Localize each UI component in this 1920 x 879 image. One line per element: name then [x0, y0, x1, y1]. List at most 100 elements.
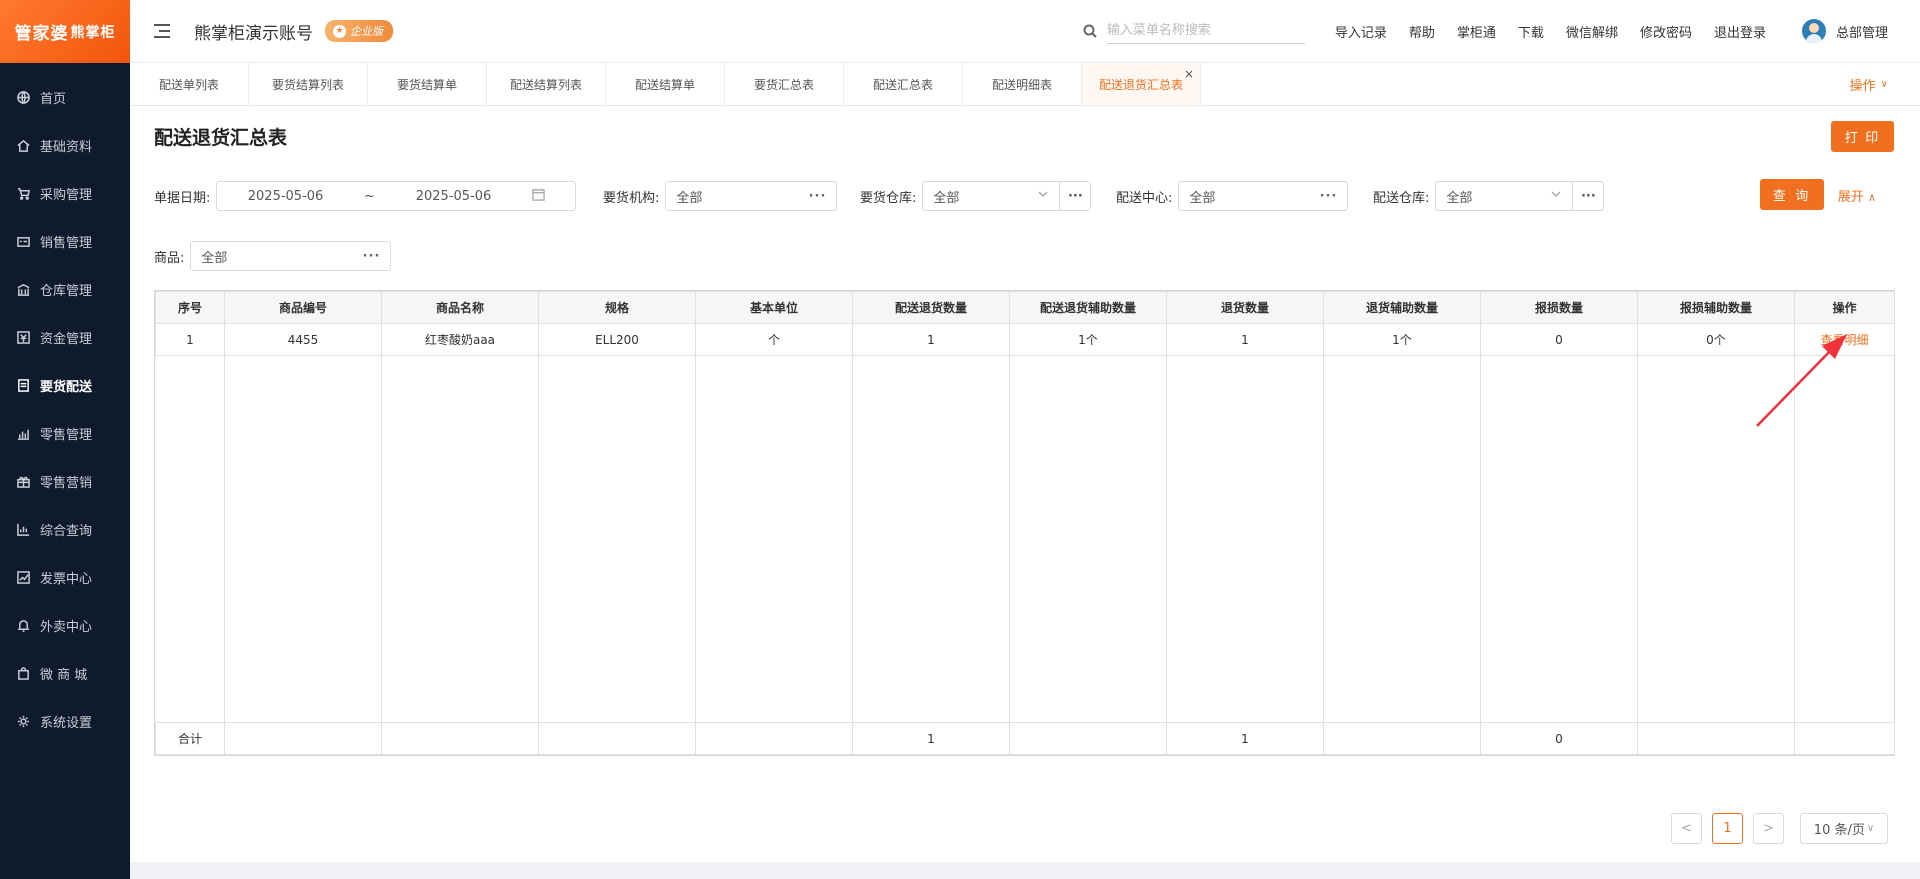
column-divider [1009, 291, 1010, 755]
sidebar-item-label: 零售营销 [40, 475, 93, 491]
download-link[interactable]: 下载 [1518, 22, 1544, 41]
sidebar-item-query[interactable]: 综合查询 [0, 505, 130, 553]
org-select[interactable]: 全部 ··· [665, 181, 838, 211]
date-start[interactable]: 2025-05-06 [248, 189, 324, 204]
edition-badge-label: 企业版 [350, 25, 383, 38]
total-cell [224, 722, 382, 755]
calendar-icon[interactable] [532, 188, 545, 205]
dist-wh-select[interactable]: 全部 [1435, 181, 1574, 211]
search-icon[interactable] [1083, 24, 1097, 38]
cell-loss-qty: 0 [1480, 323, 1638, 356]
tab-request-settlement-list[interactable]: 要货结算列表 [249, 63, 368, 105]
table-row[interactable]: 1 4455 红枣酸奶aaa ELL200 个 1 1个 1 1个 0 0个 查… [155, 323, 1895, 356]
req-wh-more-button[interactable]: ··· [1060, 181, 1092, 211]
column-header[interactable]: 规格 [538, 291, 696, 324]
center-value: 全部 [1189, 190, 1216, 206]
column-header[interactable]: 报损数量 [1480, 291, 1638, 324]
data-table: 序号 商品编号 商品名称 规格 基本单位 配送退货数量 配送退货辅助数量 退货数… [154, 290, 1895, 756]
table-footer: 合计 1 1 0 [155, 722, 1895, 755]
sidebar-item-invoice[interactable]: 发票中心 [0, 553, 130, 601]
help-link[interactable]: 帮助 [1409, 22, 1435, 41]
header-right: 导入记录 帮助 掌柜通 下载 微信解绑 修改密码 退出登录 总部管理 [1083, 0, 1920, 62]
sidebar-item-marketing[interactable]: 零售营销 [0, 457, 130, 505]
column-header[interactable]: 商品编号 [224, 291, 382, 324]
product-value: 全部 [201, 250, 228, 266]
org-label: 要货机构: [603, 190, 660, 206]
print-button[interactable]: 打 印 [1831, 121, 1894, 152]
tab-request-summary[interactable]: 要货汇总表 [725, 63, 844, 105]
home-icon [16, 138, 30, 152]
date-end[interactable]: 2025-05-06 [416, 189, 492, 204]
expand-toggle[interactable]: 展开 ∧ [1838, 186, 1876, 205]
tabs-operations-dropdown[interactable]: 操作 ∨ [1850, 63, 1888, 105]
sidebar-item-funds[interactable]: 资金管理 [0, 313, 130, 361]
sidebar-item-label: 资金管理 [40, 331, 93, 347]
cell-action: 查看明细 [1794, 323, 1895, 356]
logout-link[interactable]: 退出登录 [1714, 22, 1766, 41]
column-header[interactable]: 基本单位 [695, 291, 853, 324]
tab-distribution-settlement[interactable]: 配送结算单 [606, 63, 725, 105]
req-wh-label: 要货仓库: [860, 190, 917, 206]
import-records-link[interactable]: 导入记录 [1335, 22, 1387, 41]
more-icon[interactable]: ··· [1320, 189, 1338, 204]
brand-logo: 管家婆 熊掌柜 [0, 0, 130, 63]
page-title: 配送退货汇总表 [154, 127, 288, 149]
center-select[interactable]: 全部 ··· [1178, 181, 1349, 211]
user-menu[interactable]: 总部管理 [1801, 19, 1888, 43]
query-button[interactable]: 查 询 [1760, 179, 1824, 210]
sidebar-item-label: 综合查询 [40, 523, 93, 539]
column-header[interactable]: 配送退货数量 [852, 291, 1010, 324]
column-header[interactable]: 商品名称 [381, 291, 539, 324]
dist-wh-more-button[interactable]: ··· [1573, 181, 1605, 211]
more-icon[interactable]: ··· [809, 189, 827, 204]
tab-distribution-list[interactable]: 配送单列表 [130, 63, 249, 105]
column-header[interactable]: 退货辅助数量 [1323, 291, 1481, 324]
page-size-select[interactable]: 10 条/页 ∨ [1800, 813, 1888, 844]
prev-page-button[interactable]: < [1671, 813, 1702, 844]
sidebar-item-label: 采购管理 [40, 187, 93, 203]
column-header[interactable]: 序号 [155, 291, 225, 324]
more-icon[interactable]: ··· [363, 249, 381, 264]
column-header[interactable]: 配送退货辅助数量 [1009, 291, 1167, 324]
column-header[interactable]: 报损辅助数量 [1637, 291, 1795, 324]
page-number-button[interactable]: 1 [1712, 813, 1743, 844]
sidebar-item-home[interactable]: 首页 [0, 73, 130, 121]
sidebar-item-warehouse[interactable]: 仓库管理 [0, 265, 130, 313]
sidebar-item-label: 要货配送 [40, 379, 93, 395]
menu-toggle-icon[interactable] [154, 24, 170, 38]
page-tabs: 配送单列表 要货结算列表 要货结算单 配送结算列表 配送结算单 要货汇总表 配送… [130, 63, 1920, 106]
sidebar-item-mall[interactable]: 微 商 城 [0, 649, 130, 697]
tab-distribution-detail[interactable]: 配送明细表 [963, 63, 1082, 105]
sidebar-item-retail[interactable]: 零售管理 [0, 409, 130, 457]
sidebar-item-takeout[interactable]: 外卖中心 [0, 601, 130, 649]
next-page-button[interactable]: > [1753, 813, 1784, 844]
req-wh-select[interactable]: 全部 [922, 181, 1061, 211]
date-range-picker[interactable]: 2025-05-06 ~ 2025-05-06 [216, 181, 577, 211]
wechat-unbind-link[interactable]: 微信解绑 [1566, 22, 1618, 41]
date-label: 单据日期: [154, 190, 211, 206]
change-password-link[interactable]: 修改密码 [1640, 22, 1692, 41]
product-select[interactable]: 全部 ··· [190, 241, 392, 271]
sidebar-item-basic-data[interactable]: 基础资料 [0, 121, 130, 169]
sidebar-item-sales[interactable]: 销售管理 [0, 217, 130, 265]
column-header[interactable]: 退货数量 [1166, 291, 1324, 324]
page-size-value: 10 条/页 [1813, 823, 1865, 838]
view-detail-link[interactable]: 查看明细 [1820, 333, 1868, 347]
close-icon[interactable]: × [1184, 67, 1194, 81]
sidebar-item-settings[interactable]: 系统设置 [0, 697, 130, 745]
tab-distribution-return-summary[interactable]: 配送退货汇总表 × [1082, 63, 1201, 105]
main-content: 配送退货汇总表 打 印 单据日期: 2025-05-06 ~ 2025-05-0… [130, 106, 1920, 862]
tab-distribution-settlement-list[interactable]: 配送结算列表 [487, 63, 606, 105]
sidebar-item-purchase[interactable]: 采购管理 [0, 169, 130, 217]
tab-label: 配送退货汇总表 [1098, 77, 1183, 92]
chevron-down-icon [1550, 188, 1562, 204]
sidebar-item-distribution[interactable]: 要货配送 [0, 361, 130, 409]
total-cell [1794, 722, 1895, 755]
tab-distribution-summary[interactable]: 配送汇总表 [844, 63, 963, 105]
menu-search-input[interactable] [1106, 18, 1305, 44]
bag-icon [16, 666, 30, 680]
chevron-down-icon [1037, 188, 1049, 204]
zhanggui-tong-link[interactable]: 掌柜通 [1457, 22, 1496, 41]
column-divider [695, 291, 696, 755]
tab-request-settlement[interactable]: 要货结算单 [368, 63, 487, 105]
